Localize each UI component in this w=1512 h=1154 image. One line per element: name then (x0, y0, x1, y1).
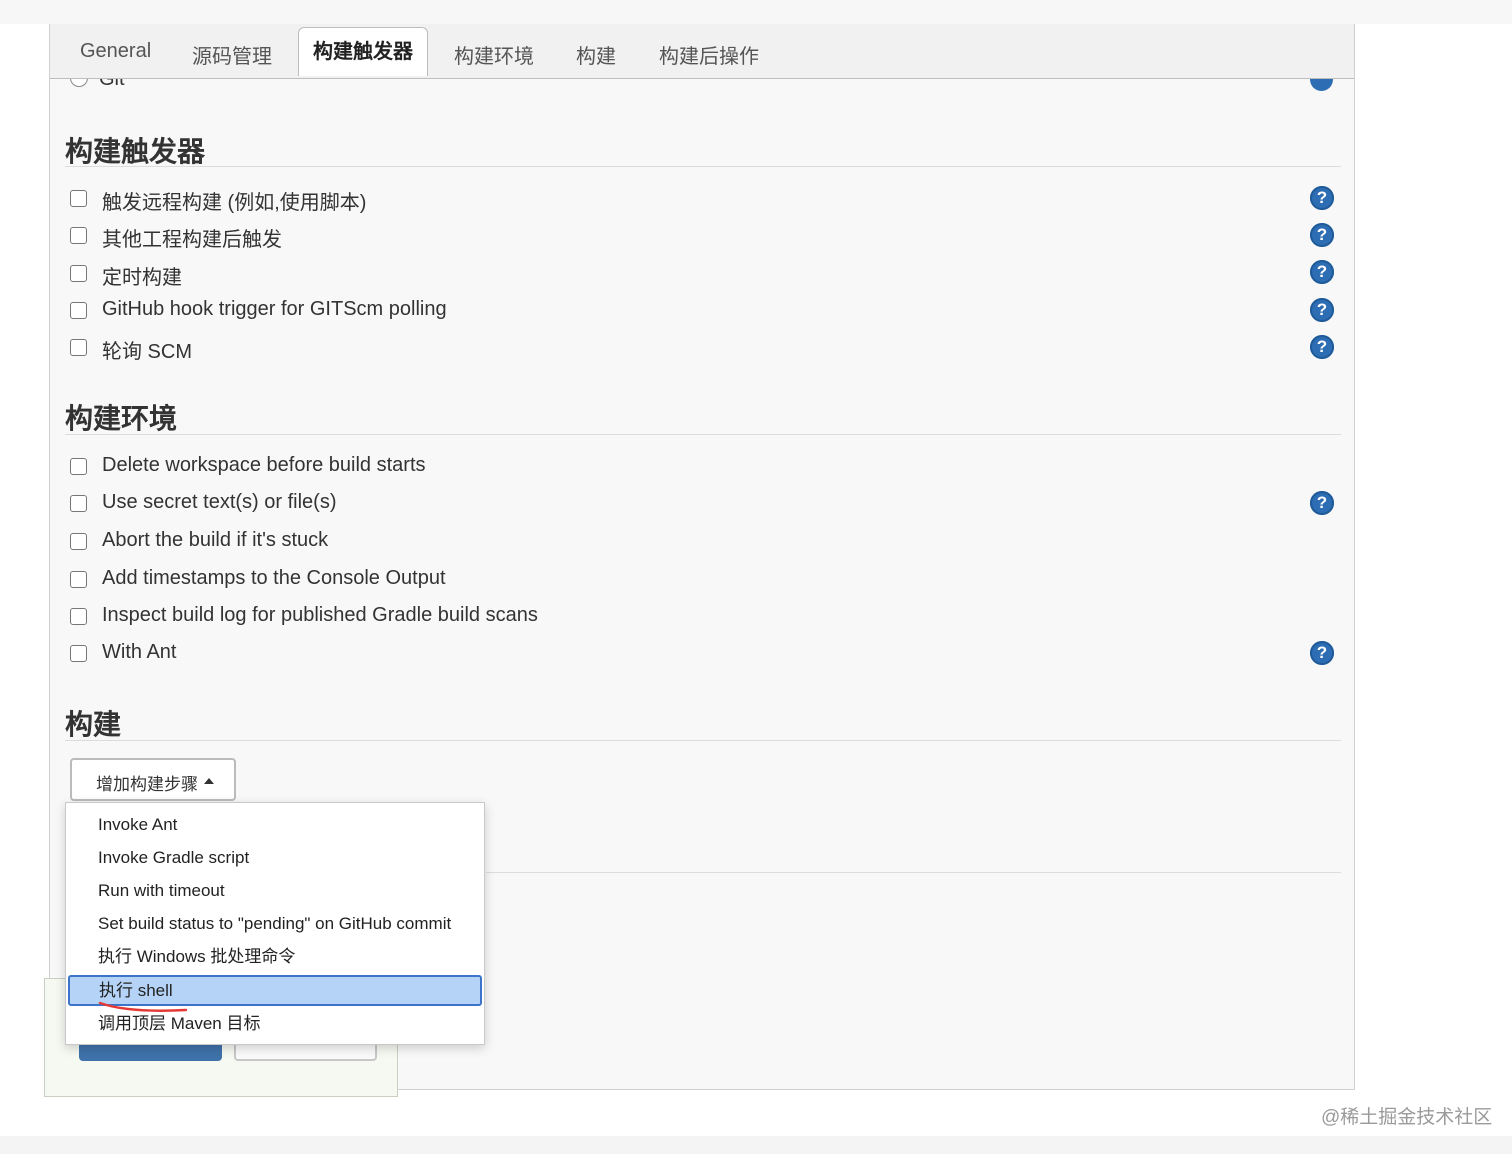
option-label: 其他工程构建后触发 (102, 229, 282, 251)
help-icon[interactable]: ? (1310, 335, 1334, 359)
checkbox[interactable] (70, 495, 87, 512)
checkbox[interactable] (70, 533, 87, 550)
checkbox[interactable] (70, 302, 87, 319)
menu-item-invoke-gradle[interactable]: Invoke Gradle script (67, 842, 483, 873)
help-icon[interactable]: ? (1310, 641, 1334, 665)
checkbox[interactable] (70, 227, 87, 244)
option-label: Abort the build if it's stuck (102, 529, 329, 551)
tab-build[interactable]: 构建 (576, 40, 616, 69)
help-icon[interactable]: ? (1310, 186, 1334, 210)
section-divider (65, 434, 1341, 435)
tab-build-environment[interactable]: 构建环境 (454, 40, 534, 69)
checkbox[interactable] (70, 608, 87, 625)
add-build-step-button[interactable]: 增加构建步骤 (70, 758, 236, 801)
section-divider (65, 740, 1341, 741)
checkbox[interactable] (70, 265, 87, 282)
top-strip (0, 0, 1512, 24)
red-underline-annotation (98, 1001, 188, 1012)
add-build-step-label: 增加构建步骤 (96, 775, 198, 794)
tab-build-triggers[interactable]: 构建触发器 (298, 27, 428, 76)
section-title-build: 构建 (65, 709, 122, 740)
option-label: 轮询 SCM (102, 341, 192, 363)
menu-item-invoke-ant[interactable]: Invoke Ant (67, 809, 483, 840)
section-divider (65, 166, 1341, 167)
help-icon[interactable]: ? (1310, 298, 1334, 322)
config-tabs: General 源码管理 构建触发器 构建环境 构建 构建后操作 (50, 24, 1354, 79)
checkbox[interactable] (70, 645, 87, 662)
option-label: With Ant (102, 641, 177, 663)
watermark: @稀土掘金技术社区 (1321, 1107, 1493, 1128)
help-icon[interactable]: ? (1310, 491, 1334, 515)
bottom-strip (0, 1136, 1512, 1154)
checkbox[interactable] (70, 190, 87, 207)
menu-item-set-build-status[interactable]: Set build status to "pending" on GitHub … (67, 908, 483, 939)
option-label: Inspect build log for published Gradle b… (102, 604, 538, 626)
tab-general[interactable]: General (80, 40, 151, 63)
option-label: Delete workspace before build starts (102, 454, 426, 476)
help-icon[interactable]: ? (1310, 223, 1334, 247)
option-label: Add timestamps to the Console Output (102, 567, 446, 589)
menu-item-run-with-timeout[interactable]: Run with timeout (67, 875, 483, 906)
checkbox[interactable] (70, 571, 87, 588)
menu-item-windows-batch[interactable]: 执行 Windows 批处理命令 (67, 941, 483, 972)
tab-scm[interactable]: 源码管理 (192, 40, 272, 69)
option-label: GitHub hook trigger for GITScm polling (102, 298, 447, 320)
section-title-build-environment: 构建环境 (65, 403, 178, 434)
section-divider (486, 872, 1341, 873)
caret-up-icon (204, 778, 214, 784)
checkbox[interactable] (70, 458, 87, 475)
help-icon[interactable]: ? (1310, 260, 1334, 284)
option-label: 触发远程构建 (例如,使用脚本) (102, 192, 367, 214)
section-title-build-triggers: 构建触发器 (65, 136, 206, 167)
option-label: Use secret text(s) or file(s) (102, 491, 337, 513)
checkbox[interactable] (70, 339, 87, 356)
option-label: 定时构建 (102, 267, 182, 289)
tab-post-build[interactable]: 构建后操作 (659, 40, 759, 69)
